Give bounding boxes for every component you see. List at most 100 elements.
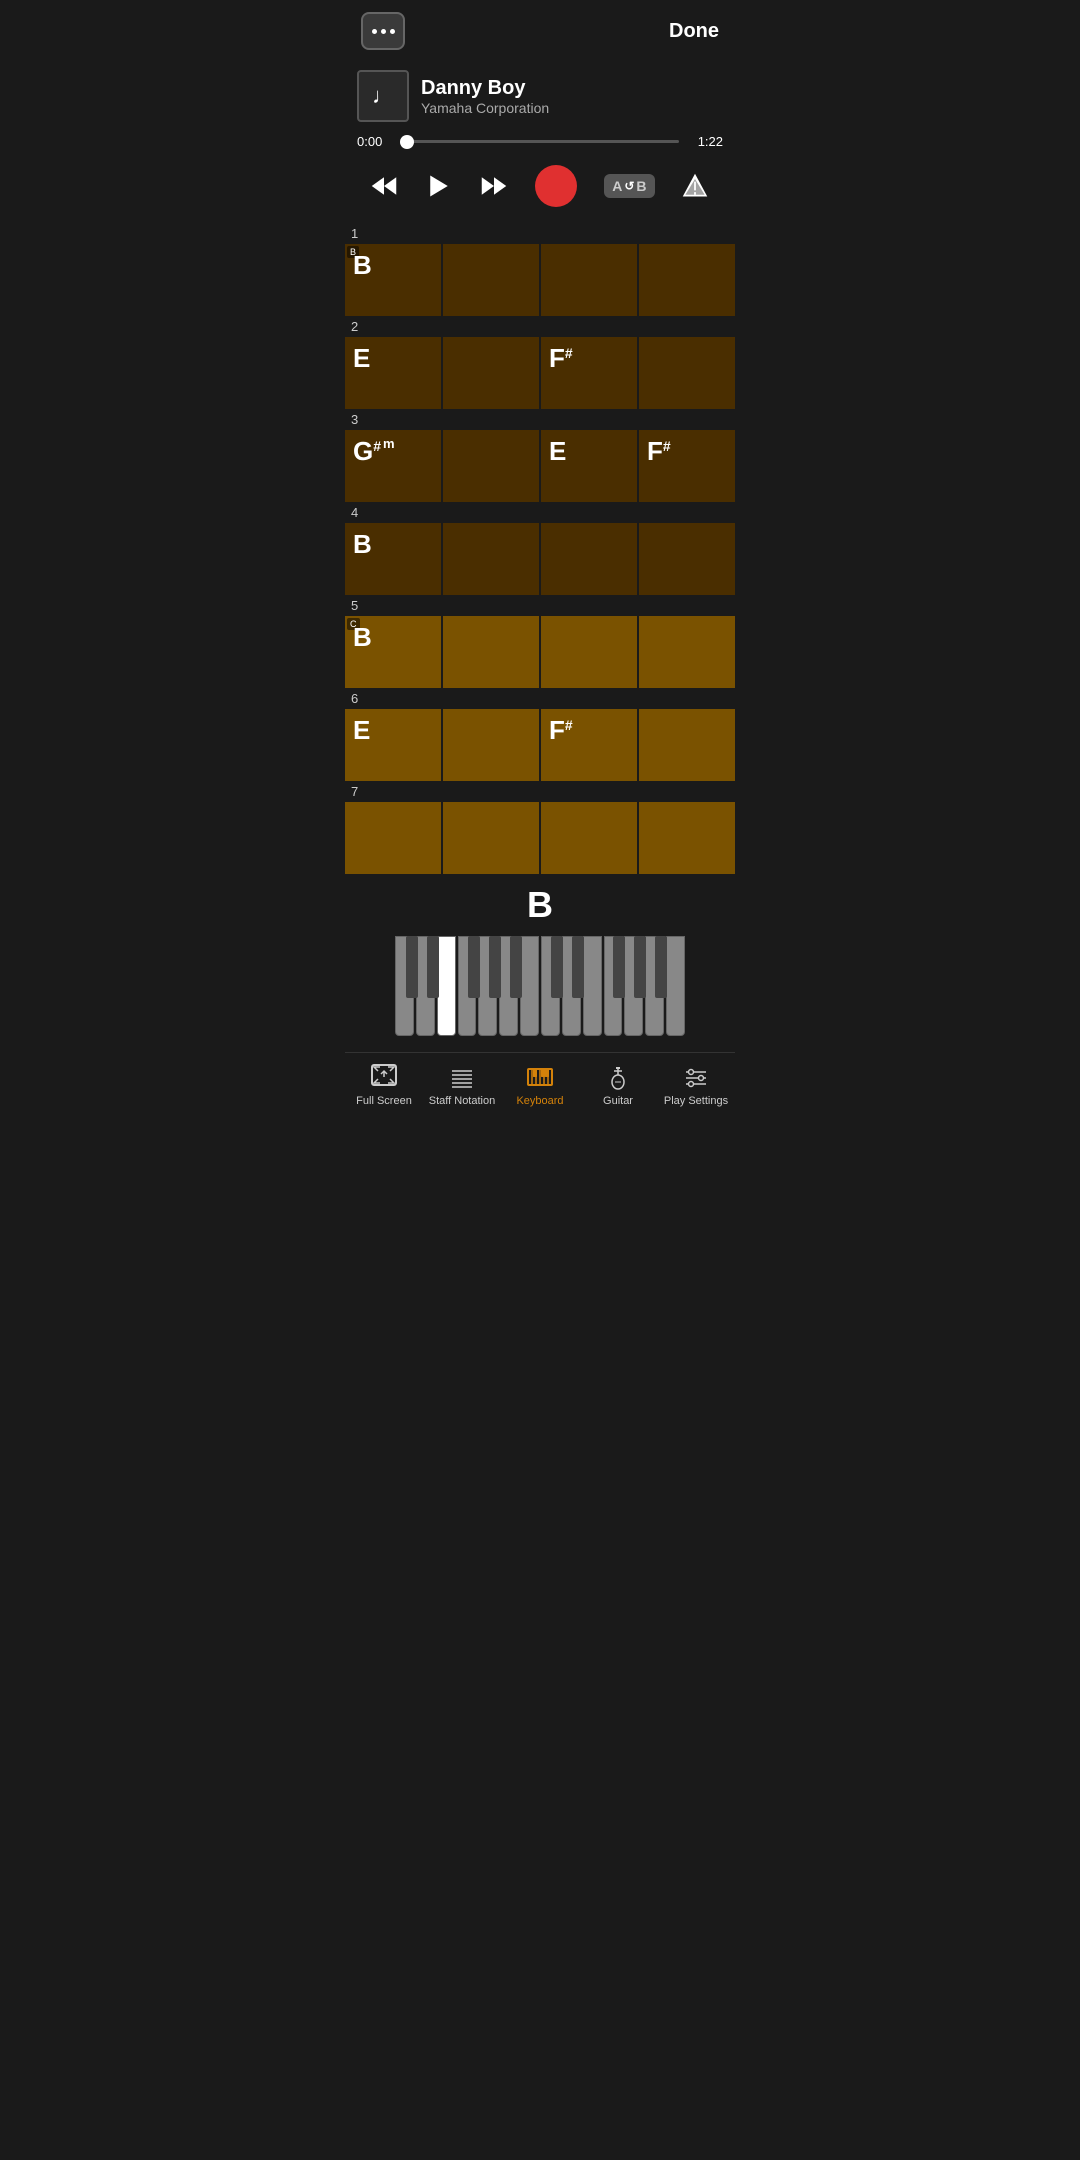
white-key-b3[interactable]	[520, 936, 539, 1036]
chord-cell-3-1[interactable]: G#m	[345, 430, 441, 502]
chord-cell-1-4[interactable]	[639, 244, 735, 316]
measure-num-3: 3	[345, 409, 735, 430]
chord-cell-5-2[interactable]	[443, 616, 539, 688]
chord-cell-1-1[interactable]: BB	[345, 244, 441, 316]
white-key-f3[interactable]	[458, 936, 477, 1036]
top-bar: Done	[345, 0, 735, 62]
song-text: Danny Boy Yamaha Corporation	[421, 77, 549, 116]
measure-num-7: 7	[345, 781, 735, 802]
chord-label: B	[353, 250, 372, 281]
chord-cell-2-2[interactable]	[443, 337, 539, 409]
staff-notation-icon	[448, 1063, 476, 1091]
chord-grid-6: E F#	[345, 709, 735, 781]
done-button[interactable]: Done	[669, 20, 719, 43]
chord-cell-2-3[interactable]: F#	[541, 337, 637, 409]
guitar-label: Guitar	[603, 1095, 633, 1107]
chord-cell-6-2[interactable]	[443, 709, 539, 781]
white-key-e3[interactable]	[437, 936, 456, 1036]
chord-grid-2: E F#	[345, 337, 735, 409]
staff-label: Staff Notation	[429, 1095, 495, 1107]
chord-cell-6-3[interactable]: F#	[541, 709, 637, 781]
play-button[interactable]	[425, 172, 453, 200]
white-key-f4[interactable]	[604, 936, 623, 1036]
white-key-e4[interactable]	[583, 936, 602, 1036]
menu-button[interactable]	[361, 12, 405, 50]
play-settings-label: Play Settings	[664, 1095, 728, 1107]
white-key-g3[interactable]	[478, 936, 497, 1036]
chord-cell-3-4[interactable]: F#	[639, 430, 735, 502]
measure-row-3: 3 G#m E F#	[345, 409, 735, 502]
bottom-nav: Full Screen Staff Notation Keyboard	[345, 1052, 735, 1127]
chord-cell-4-1[interactable]: B	[345, 523, 441, 595]
total-time: 1:22	[687, 134, 723, 149]
fullscreen-icon	[370, 1063, 398, 1091]
piano-keyboard[interactable]	[395, 936, 685, 1036]
measure-row-1: 1BB	[345, 223, 735, 316]
white-keys	[395, 936, 685, 1036]
chord-cell-7-3[interactable]	[541, 802, 637, 874]
chord-cell-5-3[interactable]	[541, 616, 637, 688]
white-key-g4[interactable]	[624, 936, 643, 1036]
chord-cell-4-3[interactable]	[541, 523, 637, 595]
white-key-c4[interactable]	[541, 936, 560, 1036]
chord-label: E	[353, 715, 370, 746]
chord-label: E	[549, 436, 566, 467]
fullscreen-label: Full Screen	[356, 1095, 412, 1107]
chord-cell-7-4[interactable]	[639, 802, 735, 874]
progress-thumb[interactable]	[400, 135, 414, 149]
ab-label-b: B	[636, 178, 646, 194]
rewind-button[interactable]	[370, 172, 398, 200]
chord-cell-1-2[interactable]	[443, 244, 539, 316]
chord-grid-7	[345, 802, 735, 874]
dot1	[372, 29, 377, 34]
measure-row-4: 4B	[345, 502, 735, 595]
chord-label: B	[353, 529, 372, 560]
ab-arrow-icon: ↺	[624, 179, 634, 193]
white-key-b4[interactable]	[666, 936, 685, 1036]
progress-track[interactable]	[401, 140, 679, 143]
record-button[interactable]	[535, 165, 577, 207]
chord-cell-6-4[interactable]	[639, 709, 735, 781]
chord-cell-2-4[interactable]	[639, 337, 735, 409]
white-key-c3[interactable]	[395, 936, 414, 1036]
chord-cell-4-4[interactable]	[639, 523, 735, 595]
song-title: Danny Boy	[421, 77, 549, 100]
nav-item-staff[interactable]: Staff Notation	[423, 1063, 501, 1107]
chord-grid-4: B	[345, 523, 735, 595]
chord-cell-3-2[interactable]	[443, 430, 539, 502]
ab-repeat-button[interactable]: A ↺ B	[604, 174, 654, 198]
white-key-a3[interactable]	[499, 936, 518, 1036]
chord-grid-1: BB	[345, 244, 735, 316]
progress-bar-area[interactable]: 0:00 1:22	[345, 130, 735, 157]
nav-item-playsettings[interactable]: Play Settings	[657, 1063, 735, 1107]
current-note: B	[345, 874, 735, 932]
measure-row-2: 2EF#	[345, 316, 735, 409]
white-key-a4[interactable]	[645, 936, 664, 1036]
chord-cell-1-3[interactable]	[541, 244, 637, 316]
chord-grid-5: CB	[345, 616, 735, 688]
nav-item-guitar[interactable]: Guitar	[579, 1063, 657, 1107]
chord-label: F#	[549, 715, 573, 746]
white-key-d4[interactable]	[562, 936, 581, 1036]
transport-controls: A ↺ B	[345, 157, 735, 223]
song-info: ♩ Danny Boy Yamaha Corporation	[345, 62, 735, 130]
chord-cell-7-2[interactable]	[443, 802, 539, 874]
chord-cell-5-4[interactable]	[639, 616, 735, 688]
nav-item-keyboard[interactable]: Keyboard	[501, 1063, 579, 1107]
priority-button[interactable]	[681, 172, 709, 200]
nav-item-fullscreen[interactable]: Full Screen	[345, 1063, 423, 1107]
chord-label: B	[353, 622, 372, 653]
chord-cell-7-1[interactable]	[345, 802, 441, 874]
chord-cell-4-2[interactable]	[443, 523, 539, 595]
white-key-d3[interactable]	[416, 936, 435, 1036]
fastforward-button[interactable]	[480, 172, 508, 200]
chord-cell-5-1[interactable]: CB	[345, 616, 441, 688]
measure-row-5: 5CB	[345, 595, 735, 688]
measure-row-6: 6EF#	[345, 688, 735, 781]
chord-cell-2-1[interactable]: E	[345, 337, 441, 409]
chord-label: G#m	[353, 436, 395, 467]
dot2	[381, 29, 386, 34]
chord-label: F#	[549, 343, 573, 374]
chord-cell-6-1[interactable]: E	[345, 709, 441, 781]
chord-cell-3-3[interactable]: E	[541, 430, 637, 502]
